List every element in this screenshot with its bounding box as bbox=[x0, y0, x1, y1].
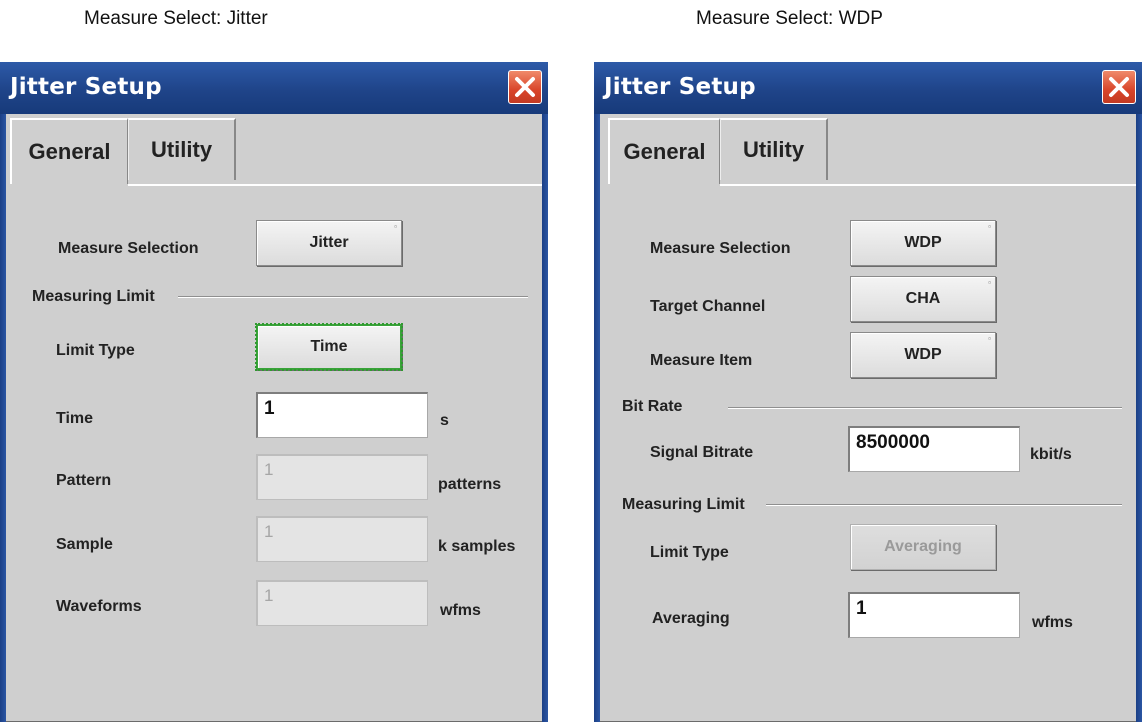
bit-rate-group-label: Bit Rate bbox=[622, 398, 683, 415]
limit-type-button[interactable]: Time bbox=[255, 323, 403, 371]
pattern-unit: patterns bbox=[438, 476, 502, 493]
tab-strip: General Utility bbox=[600, 114, 1136, 184]
tab-strip: General Utility bbox=[6, 114, 542, 184]
close-icon bbox=[515, 77, 535, 97]
waveforms-label: Waveforms bbox=[56, 598, 142, 615]
caption-wdp: Measure Select: WDP bbox=[696, 8, 883, 29]
limit-type-label: Limit Type bbox=[56, 342, 135, 359]
limit-type-value: Averaging bbox=[884, 538, 962, 555]
sample-label: Sample bbox=[56, 536, 113, 553]
jitter-setup-dialog-left: Jitter Setup General Utility Measure Sel… bbox=[0, 62, 548, 722]
signal-bitrate-input[interactable]: 8500000 bbox=[848, 426, 1020, 472]
averaging-unit: wfms bbox=[1032, 614, 1073, 631]
averaging-input[interactable]: 1 bbox=[848, 592, 1020, 638]
measure-selection-label: Measure Selection bbox=[650, 240, 791, 257]
close-button[interactable] bbox=[508, 70, 542, 104]
tab-utility[interactable]: Utility bbox=[720, 118, 828, 180]
sample-input[interactable]: 1 bbox=[256, 516, 428, 562]
tab-utility[interactable]: Utility bbox=[128, 118, 236, 180]
signal-bitrate-unit: kbit/s bbox=[1030, 446, 1072, 463]
title-bar[interactable]: Jitter Setup bbox=[0, 62, 548, 114]
measuring-limit-group-label: Measuring Limit bbox=[32, 288, 155, 305]
limit-type-button[interactable]: Averaging bbox=[850, 524, 996, 570]
time-label: Time bbox=[56, 410, 94, 427]
pattern-input[interactable]: 1 bbox=[256, 454, 428, 500]
measure-selection-value: WDP bbox=[904, 234, 942, 251]
close-button[interactable] bbox=[1102, 70, 1136, 104]
measure-selection-button[interactable]: Jitter ▫ bbox=[256, 220, 402, 266]
time-input[interactable]: 1 bbox=[256, 392, 428, 438]
target-channel-label: Target Channel bbox=[650, 298, 766, 315]
target-channel-value: CHA bbox=[905, 290, 941, 307]
pattern-label: Pattern bbox=[56, 472, 112, 489]
measure-item-value: WDP bbox=[904, 346, 942, 363]
title-bar[interactable]: Jitter Setup bbox=[594, 62, 1142, 114]
waveforms-input[interactable]: 1 bbox=[256, 580, 428, 626]
limit-type-label: Limit Type bbox=[650, 544, 729, 561]
measure-selection-label: Measure Selection bbox=[58, 240, 199, 257]
group-divider bbox=[766, 504, 1122, 506]
target-channel-button[interactable]: CHA ▫ bbox=[850, 276, 996, 322]
measure-selection-button[interactable]: WDP ▫ bbox=[850, 220, 996, 266]
sample-unit: k samples bbox=[438, 538, 516, 555]
dialog-title: Jitter Setup bbox=[604, 74, 756, 100]
measure-selection-value: Jitter bbox=[309, 234, 349, 251]
measure-item-button[interactable]: WDP ▫ bbox=[850, 332, 996, 378]
signal-bitrate-label: Signal Bitrate bbox=[650, 444, 754, 461]
waveforms-unit: wfms bbox=[440, 602, 481, 619]
time-unit: s bbox=[440, 412, 449, 429]
close-icon bbox=[1109, 77, 1129, 97]
tab-general[interactable]: General bbox=[10, 118, 128, 184]
jitter-setup-dialog-right: Jitter Setup General Utility Measure Sel… bbox=[594, 62, 1142, 722]
group-divider bbox=[728, 407, 1122, 409]
limit-type-value: Time bbox=[310, 338, 348, 355]
tab-general[interactable]: General bbox=[608, 118, 720, 184]
dialog-title: Jitter Setup bbox=[10, 74, 162, 100]
measure-item-label: Measure Item bbox=[650, 352, 753, 369]
group-divider bbox=[178, 296, 528, 298]
averaging-label: Averaging bbox=[652, 610, 730, 627]
measuring-limit-group-label: Measuring Limit bbox=[622, 496, 745, 513]
caption-jitter: Measure Select: Jitter bbox=[84, 8, 268, 29]
